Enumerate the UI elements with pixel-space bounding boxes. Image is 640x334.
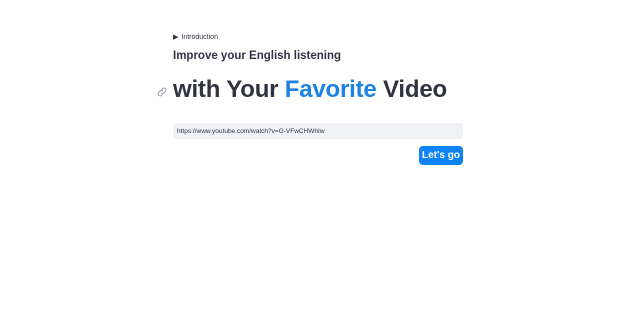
title-part-2: Video [376, 76, 447, 103]
caret-right-icon: ▶ [173, 34, 179, 41]
video-url-input[interactable] [173, 123, 463, 139]
introduction-label: Introduction [181, 34, 218, 41]
lets-go-button[interactable]: Let's go [419, 146, 463, 165]
link-icon[interactable] [157, 87, 167, 97]
page-title: with Your Favorite Video [173, 76, 447, 104]
title-accent: Favorite [284, 76, 377, 103]
title-part-1: with Your [173, 76, 285, 103]
introduction-expander[interactable]: ▶ Introduction [173, 34, 218, 41]
page: ▶ Introduction Improve your English list… [0, 0, 640, 334]
subtitle: Improve your English listening [173, 50, 342, 62]
